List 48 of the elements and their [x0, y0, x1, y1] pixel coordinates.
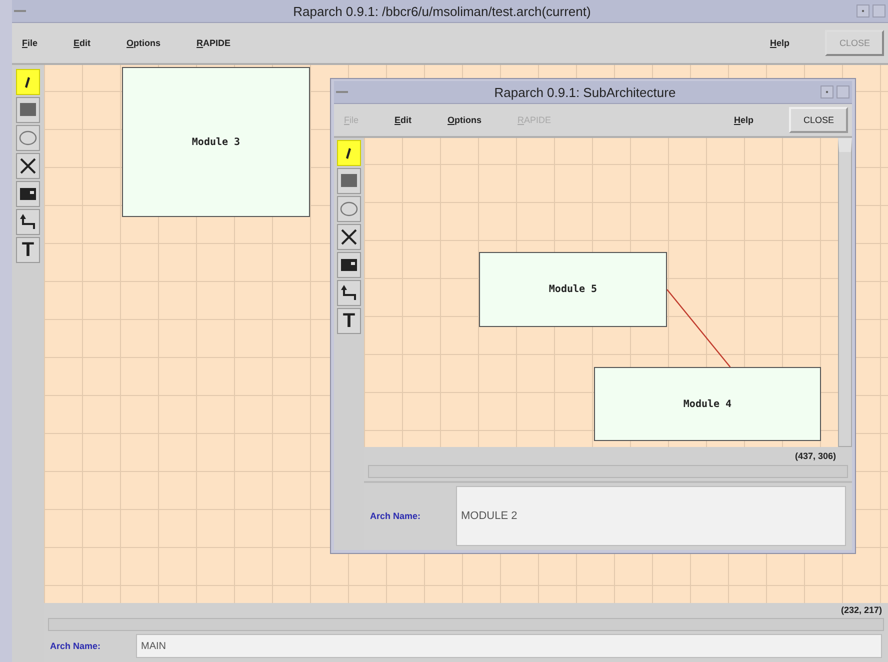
minimize-icon[interactable]	[856, 4, 870, 18]
elbow-arrow-icon	[18, 212, 38, 232]
tool-button[interactable]: T	[16, 237, 40, 263]
menu-item[interactable]: Edit	[394, 115, 412, 125]
menu-item[interactable]: File	[22, 38, 38, 48]
arch-name-label: Arch Name:	[370, 511, 422, 521]
tool-button[interactable]	[16, 153, 40, 179]
vertical-scrollbar[interactable]	[838, 138, 852, 447]
menu-item[interactable]: RAPIDE	[196, 38, 231, 48]
window-title: Raparch 0.9.1: /bbcr6/u/msoliman/test.arch(current)	[292, 4, 592, 18]
module-label: Module 5	[548, 284, 598, 295]
tool-button[interactable]	[337, 280, 361, 306]
module-node[interactable]: Module 4	[594, 367, 821, 441]
tool-button[interactable]	[337, 224, 361, 250]
module-node[interactable]: Module 3	[122, 67, 310, 217]
module-node[interactable]: Module 5	[479, 252, 667, 327]
window-title: Raparch 0.9.1: SubArchitecture	[493, 84, 677, 100]
tool-button[interactable]	[16, 69, 40, 95]
elbow-arrow-icon	[339, 283, 359, 303]
pointer-icon	[25, 76, 31, 88]
cross-icon	[339, 227, 359, 247]
tool-button[interactable]	[337, 252, 361, 278]
maximize-icon[interactable]	[872, 4, 886, 18]
tool-button[interactable]	[337, 140, 361, 166]
help-menu[interactable]: Help	[770, 38, 790, 48]
horizontal-scrollbar[interactable]	[48, 618, 884, 631]
pointer-icon	[346, 148, 352, 158]
arch-name-label: Arch Name:	[50, 641, 102, 651]
tool-button[interactable]	[16, 209, 40, 235]
close-button[interactable]: CLOSE	[789, 107, 848, 133]
menu-item[interactable]: Options	[448, 115, 482, 125]
arch-name-field[interactable]: MAIN	[136, 634, 882, 658]
cross-icon	[18, 156, 38, 176]
menu-item[interactable]: Options	[126, 38, 161, 48]
minimize-icon[interactable]	[820, 85, 834, 99]
module-label: Module 4	[683, 398, 732, 410]
ellipse-icon	[339, 199, 359, 219]
cursor-coordinates: (232, 217)	[840, 605, 882, 615]
maximize-icon[interactable]	[836, 85, 850, 99]
cursor-coordinates: (437, 306)	[794, 450, 836, 460]
menu-item[interactable]: Edit	[74, 38, 91, 48]
ellipse-icon	[18, 128, 38, 148]
tool-button[interactable]: T	[337, 308, 361, 334]
help-menu[interactable]: Help	[734, 115, 754, 125]
module-label: Module 3	[192, 136, 240, 148]
tool-button[interactable]	[16, 181, 40, 207]
arch-name-field[interactable]: MODULE 2	[456, 486, 846, 546]
horizontal-scrollbar[interactable]	[368, 465, 848, 478]
